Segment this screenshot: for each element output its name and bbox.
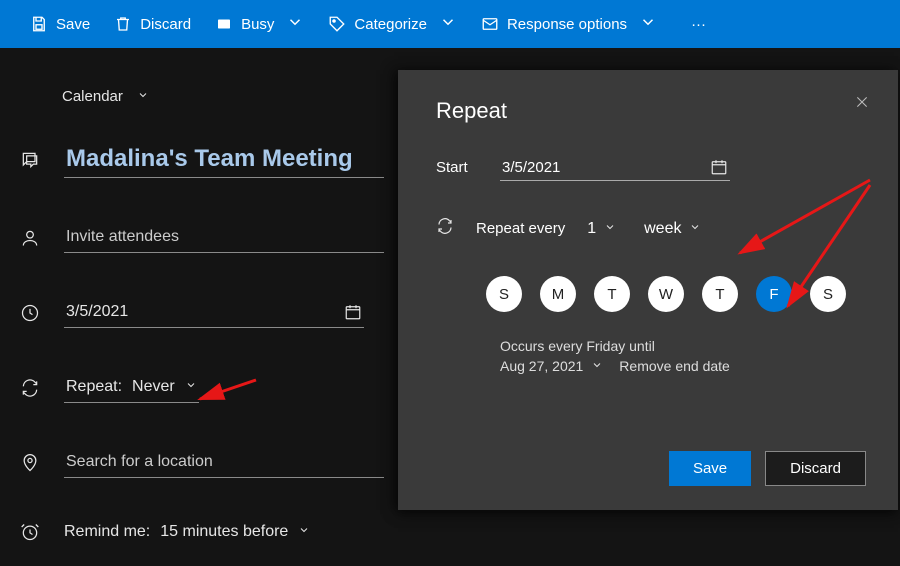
repeat-icon: [16, 378, 44, 398]
date-input[interactable]: 3/5/2021: [64, 297, 364, 328]
start-date-input[interactable]: 3/5/2021: [500, 154, 730, 181]
day-1[interactable]: M: [540, 276, 576, 312]
reminder-label: Remind me:: [64, 523, 150, 541]
chevron-down-icon: [604, 220, 616, 238]
dialog-save-button[interactable]: Save: [669, 451, 751, 486]
end-date-selector[interactable]: Aug 27, 2021: [500, 358, 603, 374]
title-input[interactable]: Madalina's Team Meeting: [64, 141, 384, 178]
remove-end-date-link[interactable]: Remove end date: [619, 358, 730, 374]
trash-icon: [114, 15, 132, 33]
day-0[interactable]: S: [486, 276, 522, 312]
response-options-dropdown[interactable]: Response options: [481, 13, 657, 35]
more-button[interactable]: ···: [691, 16, 706, 33]
close-icon: [854, 94, 870, 110]
chevron-down-icon: [286, 13, 304, 35]
occurs-text: Occurs every Friday until: [500, 338, 860, 354]
day-2[interactable]: T: [594, 276, 630, 312]
day-4[interactable]: T: [702, 276, 738, 312]
reminder-selector[interactable]: Remind me: 15 minutes before: [64, 523, 310, 541]
busy-icon: [215, 15, 233, 33]
repeat-value: Never: [132, 378, 175, 396]
busy-label: Busy: [241, 16, 274, 33]
categorize-dropdown[interactable]: Categorize: [328, 13, 457, 35]
calendar-icon: [344, 303, 362, 321]
close-button[interactable]: [854, 94, 870, 115]
save-label: Save: [56, 16, 90, 33]
dialog-title: Repeat: [436, 98, 860, 124]
discard-button[interactable]: Discard: [114, 15, 191, 33]
unit-selector[interactable]: week: [644, 220, 701, 238]
start-label: Start: [436, 159, 478, 176]
calendar-label: Calendar: [62, 88, 123, 105]
response-options-label: Response options: [507, 16, 627, 33]
chat-icon: [16, 150, 44, 170]
interval-selector[interactable]: 1: [587, 220, 616, 238]
attendees-input[interactable]: Invite attendees: [64, 222, 384, 253]
categorize-label: Categorize: [354, 16, 427, 33]
person-icon: [16, 228, 44, 248]
location-icon: [16, 453, 44, 473]
more-label: ···: [691, 16, 706, 33]
repeat-label: Repeat:: [66, 378, 122, 396]
chevron-down-icon: [639, 13, 657, 35]
save-icon: [30, 15, 48, 33]
chevron-down-icon: [439, 13, 457, 35]
chevron-down-icon: [689, 220, 701, 238]
clock-icon: [16, 303, 44, 323]
save-button[interactable]: Save: [30, 15, 90, 33]
repeat-dialog: Repeat Start 3/5/2021 Repeat every 1 wee…: [398, 70, 898, 510]
busy-dropdown[interactable]: Busy: [215, 13, 304, 35]
repeat-every-label: Repeat every: [476, 220, 565, 237]
chevron-down-icon: [137, 88, 149, 105]
day-5[interactable]: F: [756, 276, 792, 312]
day-6[interactable]: S: [810, 276, 846, 312]
reminder-value: 15 minutes before: [160, 523, 288, 541]
tag-icon: [328, 15, 346, 33]
chevron-down-icon: [591, 358, 603, 374]
day-3[interactable]: W: [648, 276, 684, 312]
alarm-icon: [16, 522, 44, 542]
location-input[interactable]: Search for a location: [64, 447, 384, 478]
mail-check-icon: [481, 15, 499, 33]
occurs-summary: Occurs every Friday until Aug 27, 2021 R…: [500, 338, 860, 374]
calendar-icon: [710, 158, 728, 176]
repeat-selector[interactable]: Repeat: Never: [64, 372, 199, 403]
repeat-icon: [436, 217, 454, 240]
chevron-down-icon: [298, 523, 310, 541]
dialog-discard-button[interactable]: Discard: [765, 451, 866, 486]
chevron-down-icon: [185, 378, 197, 396]
toolbar: Save Discard Busy Categorize Response op…: [0, 0, 900, 48]
weekday-selector: SMTWTFS: [486, 276, 860, 312]
discard-label: Discard: [140, 16, 191, 33]
